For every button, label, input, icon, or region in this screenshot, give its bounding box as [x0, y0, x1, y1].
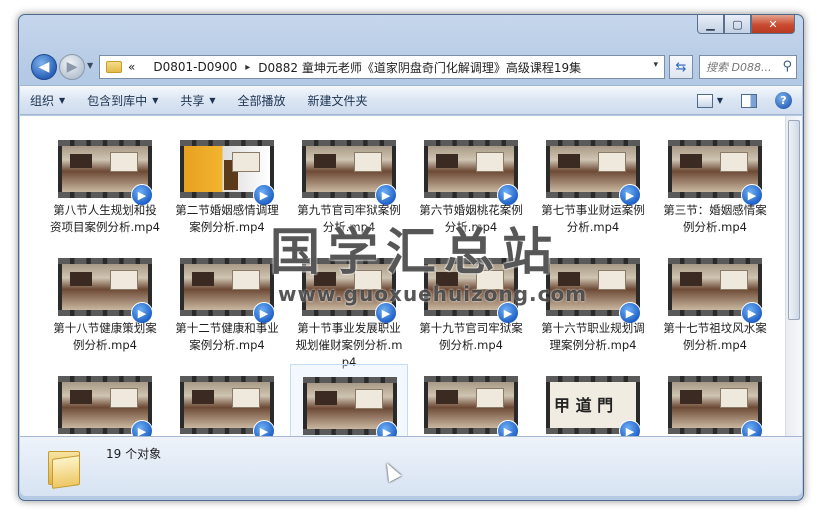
file-item[interactable]: ▶ 第二节婚姻感情调理案例分析.mp4 — [168, 128, 286, 246]
file-name: 第十二节健康和事业案例分析.mp4 — [175, 321, 279, 352]
media-player-icon: ▶ — [619, 420, 641, 436]
navigation-row: ◀ ▶ ▼ « D0801-D0900 ▸ D0882 童坤元老师《道家阴盘奇门… — [27, 53, 797, 81]
file-item[interactable]: ▶ 第七节事业财运案例分析.mp4 — [534, 128, 652, 246]
file-item[interactable]: ▶ 第十二节健康和事业案例分析.mp4 — [168, 246, 286, 364]
arrow-right-icon: ▶ — [66, 59, 78, 75]
breadcrumb-separator[interactable]: ▸ — [245, 62, 250, 73]
object-count: 19 个对象 — [106, 447, 162, 461]
refresh-icon: ⇆ — [675, 59, 687, 75]
view-controls: ▼ ? — [696, 92, 792, 109]
file-item[interactable]: ▶ 第六节婚姻桃花案例分析.mp4 — [412, 128, 530, 246]
file-item[interactable]: ▶第五节：婚姻桃 — [656, 364, 774, 436]
search-icon[interactable]: ⚲ — [782, 59, 792, 74]
folder-icon — [106, 61, 122, 73]
file-item[interactable]: ▶ 第十六节职业规划调理案例分析.mp4 — [534, 246, 652, 364]
file-item[interactable]: ▶第十三节学业文 — [46, 364, 164, 436]
file-item[interactable]: ▶ 第八节人生规划和投资项目案例分析.mp4 — [46, 128, 164, 246]
breadcrumb-item-current[interactable]: D0882 童坤元老师《道家阴盘奇门化解调理》高级课程19集 — [258, 59, 581, 76]
explorer-window: ▁ ▢ ✕ ◀ ▶ ▼ « D0801-D0900 ▸ D0882 童坤元老师《… — [18, 14, 804, 501]
back-button[interactable]: ◀ — [31, 54, 57, 80]
share-label: 共享 — [180, 93, 205, 108]
file-name: 第六节婚姻桃花案例分析.mp4 — [419, 203, 523, 234]
file-item[interactable]: ▶ 第十八节健康策划案例分析.mp4 — [46, 246, 164, 364]
media-player-icon: ▶ — [497, 420, 519, 436]
organize-menu[interactable]: 组织 ▼ — [30, 92, 65, 109]
file-name: 第九节官司牢狱案例分析.mp4 — [297, 203, 401, 234]
close-button[interactable]: ✕ — [751, 15, 795, 34]
arrow-left-icon: ◀ — [38, 59, 50, 75]
organize-label: 组织 — [30, 93, 55, 108]
file-item[interactable]: ▶第十一节个人运 — [412, 364, 530, 436]
breadcrumb-overflow[interactable]: « — [128, 60, 135, 74]
file-item[interactable]: ▶第十四节事业规 — [168, 364, 286, 436]
details-pane: 19 个对象 — [20, 436, 802, 496]
share-menu[interactable]: 共享 ▼ — [180, 92, 215, 109]
include-in-library-label: 包含到库中 — [87, 93, 148, 108]
file-name: 第十九节官司牢狱案例分析.mp4 — [419, 321, 523, 352]
maximize-button[interactable]: ▢ — [724, 15, 751, 34]
file-name: 第三节：婚姻感情案例分析.mp4 — [663, 203, 767, 234]
file-name: 第二节婚姻感情调理案例分析.mp4 — [175, 203, 279, 234]
preview-pane-icon[interactable] — [741, 93, 757, 108]
file-item[interactable]: ▶第十五节：健康 — [290, 364, 408, 436]
file-item[interactable]: ▶ 第十九节官司牢狱案例分析.mp4 — [412, 246, 530, 364]
file-list[interactable]: ▶ 第八节人生规划和投资项目案例分析.mp4 ▶ 第二节婚姻感情调理案例分析.mp4 ▶… — [20, 116, 802, 436]
refresh-button[interactable]: ⇆ — [669, 55, 693, 79]
recent-pages-dropdown[interactable]: ▼ — [87, 61, 93, 70]
file-item[interactable]: ▶ 第十节事业发展职业规划催财案例分析.mp4 — [290, 246, 408, 369]
search-box[interactable]: ⚲ — [699, 55, 797, 79]
help-icon[interactable]: ? — [775, 92, 792, 109]
new-folder-label: 新建文件夹 — [307, 93, 368, 108]
include-in-library-menu[interactable]: 包含到库中 ▼ — [87, 92, 158, 109]
command-bar: 组织 ▼ 包含到库中 ▼ 共享 ▼ 全部播放 新建文件夹 ▼ ? — [20, 85, 802, 115]
chevron-down-icon: ▼ — [59, 95, 66, 105]
folder-icon — [48, 447, 82, 489]
play-all-button[interactable]: 全部播放 — [238, 92, 286, 109]
address-bar[interactable]: « D0801-D0900 ▸ D0882 童坤元老师《道家阴盘奇门化解调理》高… — [99, 55, 665, 79]
scrollbar-thumb[interactable] — [788, 120, 800, 320]
media-player-icon: ▶ — [131, 420, 153, 436]
search-input[interactable] — [706, 60, 776, 74]
play-all-label: 全部播放 — [237, 93, 286, 108]
caption-buttons: ▁ ▢ ✕ — [697, 15, 795, 34]
change-view-icon[interactable] — [696, 93, 713, 108]
file-name: 第十六节职业规划调理案例分析.mp4 — [541, 321, 645, 352]
file-name: 第七节事业财运案例分析.mp4 — [541, 203, 645, 234]
vertical-scrollbar[interactable] — [785, 116, 802, 436]
media-player-icon: ▶ — [376, 421, 398, 436]
file-item[interactable]: ▶ 第三节：婚姻感情案例分析.mp4 — [656, 128, 774, 246]
file-name: 第八节人生规划和投资项目案例分析.mp4 — [50, 203, 160, 234]
file-name: 第十七节祖坟风水案例分析.mp4 — [663, 321, 767, 352]
media-player-icon: ▶ — [253, 420, 275, 436]
file-item[interactable]: ▶ 第九节官司牢狱案例分析.mp4 — [290, 128, 408, 246]
file-name: 第十八节健康策划案例分析.mp4 — [53, 321, 157, 352]
new-folder-button[interactable]: 新建文件夹 — [308, 92, 368, 109]
address-dropdown-icon[interactable]: ▾ — [653, 60, 658, 70]
media-player-icon: ▶ — [741, 420, 763, 436]
chevron-down-icon: ▼ — [209, 95, 216, 105]
minimize-button[interactable]: ▁ — [697, 15, 724, 34]
breadcrumb-item-parent[interactable]: D0801-D0900 — [153, 60, 237, 74]
view-options-dropdown[interactable]: ▼ — [717, 96, 723, 105]
chevron-down-icon: ▼ — [152, 95, 159, 105]
file-item[interactable]: ▶ 第十七节祖坟风水案例分析.mp4 — [656, 246, 774, 364]
forward-button[interactable]: ▶ — [59, 54, 85, 80]
file-item[interactable]: ▶第四节：婚姻桃 — [534, 364, 652, 436]
